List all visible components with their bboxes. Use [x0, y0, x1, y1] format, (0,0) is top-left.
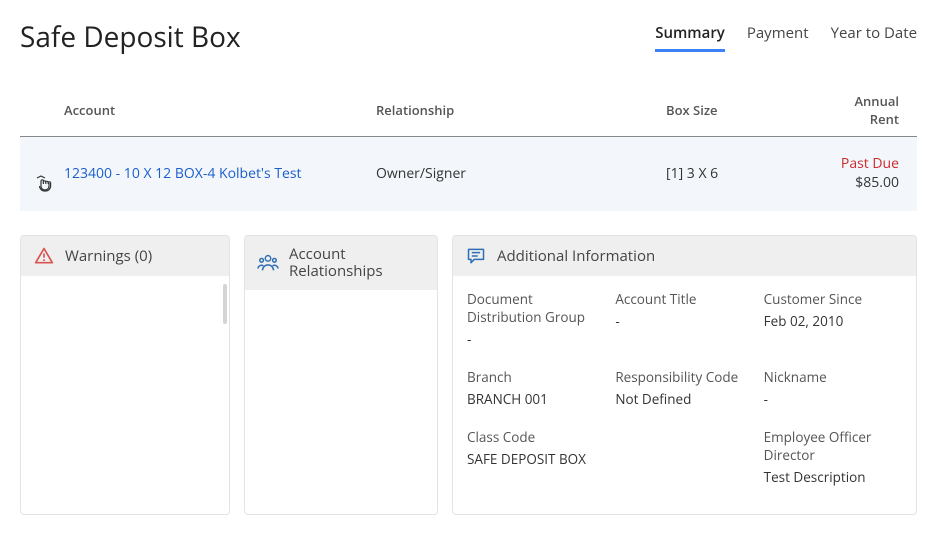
info-nickname: Nickname - — [764, 368, 902, 408]
cell-boxsize: [1] 3 X 6 — [666, 164, 826, 183]
info-branch: Branch BRANCH 001 — [467, 368, 605, 408]
panel-warnings: Warnings (0) — [20, 235, 230, 515]
info-empty-spacer — [615, 428, 753, 486]
col-header-rent: Annual Rent — [826, 92, 917, 128]
info-label: Class Code — [467, 428, 605, 446]
panel-additional-title: Additional Information — [497, 246, 655, 266]
info-value: Test Description — [764, 468, 902, 486]
panels-row: Warnings (0) Account Re — [20, 235, 917, 515]
info-customer-since: Customer Since Feb 02, 2010 — [764, 290, 902, 348]
warning-icon — [33, 246, 55, 266]
info-label: Account Title — [615, 290, 753, 308]
info-document-distribution-group: Document Distribution Group - — [467, 290, 605, 348]
panel-additional-body: Document Distribution Group - Account Ti… — [453, 276, 916, 504]
cell-rent: Past Due $85.00 — [826, 155, 917, 193]
table-header-row: Account Relationship Box Size Annual Ren… — [20, 84, 917, 137]
panel-warnings-title: Warnings (0) — [65, 246, 152, 266]
info-value: Feb 02, 2010 — [764, 312, 902, 330]
rent-amount: $85.00 — [826, 174, 899, 193]
col-header-boxsize: Box Size — [666, 101, 826, 119]
cursor-icon — [36, 175, 54, 200]
people-icon — [257, 252, 279, 274]
cell-relationship: Owner/Signer — [376, 164, 666, 183]
panel-account-relationships: Account Relationships — [244, 235, 438, 515]
info-value: - — [467, 330, 605, 348]
info-label: Responsibility Code — [615, 368, 753, 386]
info-value: BRANCH 001 — [467, 390, 605, 408]
tabs: Summary Payment Year to Date — [655, 23, 917, 52]
panel-relationships-title-line2: Relationships — [289, 263, 383, 280]
tab-year-to-date[interactable]: Year to Date — [831, 23, 917, 52]
account-link[interactable]: 123400 - 10 X 12 BOX-4 Kolbet's Test — [64, 164, 376, 183]
info-label: Customer Since — [764, 290, 902, 308]
tab-summary[interactable]: Summary — [655, 23, 725, 52]
header-row: Safe Deposit Box Summary Payment Year to… — [20, 18, 917, 56]
col-header-account: Account — [64, 101, 376, 119]
info-value: - — [764, 390, 902, 408]
info-value: SAFE DEPOSIT BOX — [467, 450, 605, 468]
account-table: Account Relationship Box Size Annual Ren… — [20, 84, 917, 211]
panel-additional-header: Additional Information — [453, 236, 916, 276]
info-grid: Document Distribution Group - Account Ti… — [467, 290, 902, 486]
info-responsibility-code: Responsibility Code Not Defined — [615, 368, 753, 408]
scrollbar[interactable] — [223, 284, 227, 324]
panel-additional-info: Additional Information Document Distribu… — [452, 235, 917, 515]
info-label: Employee Officer Director — [764, 428, 902, 464]
col-header-relationship: Relationship — [376, 101, 666, 119]
tab-payment[interactable]: Payment — [747, 23, 809, 52]
info-label: Branch — [467, 368, 605, 386]
info-employee-officer-director: Employee Officer Director Test Descripti… — [764, 428, 902, 486]
info-class-code: Class Code SAFE DEPOSIT BOX — [467, 428, 605, 486]
past-due-label: Past Due — [826, 155, 899, 174]
page-title: Safe Deposit Box — [20, 18, 241, 56]
info-value: Not Defined — [615, 390, 753, 408]
table-row[interactable]: 123400 - 10 X 12 BOX-4 Kolbet's Test Own… — [20, 137, 917, 211]
panel-relationships-header: Account Relationships — [245, 236, 437, 291]
info-account-title: Account Title - — [615, 290, 753, 348]
comment-icon — [465, 246, 487, 266]
info-value: - — [615, 312, 753, 330]
panel-relationships-title: Account Relationships — [289, 246, 383, 281]
info-label: Nickname — [764, 368, 902, 386]
panel-warnings-header: Warnings (0) — [21, 236, 229, 276]
info-label: Document Distribution Group — [467, 290, 605, 326]
